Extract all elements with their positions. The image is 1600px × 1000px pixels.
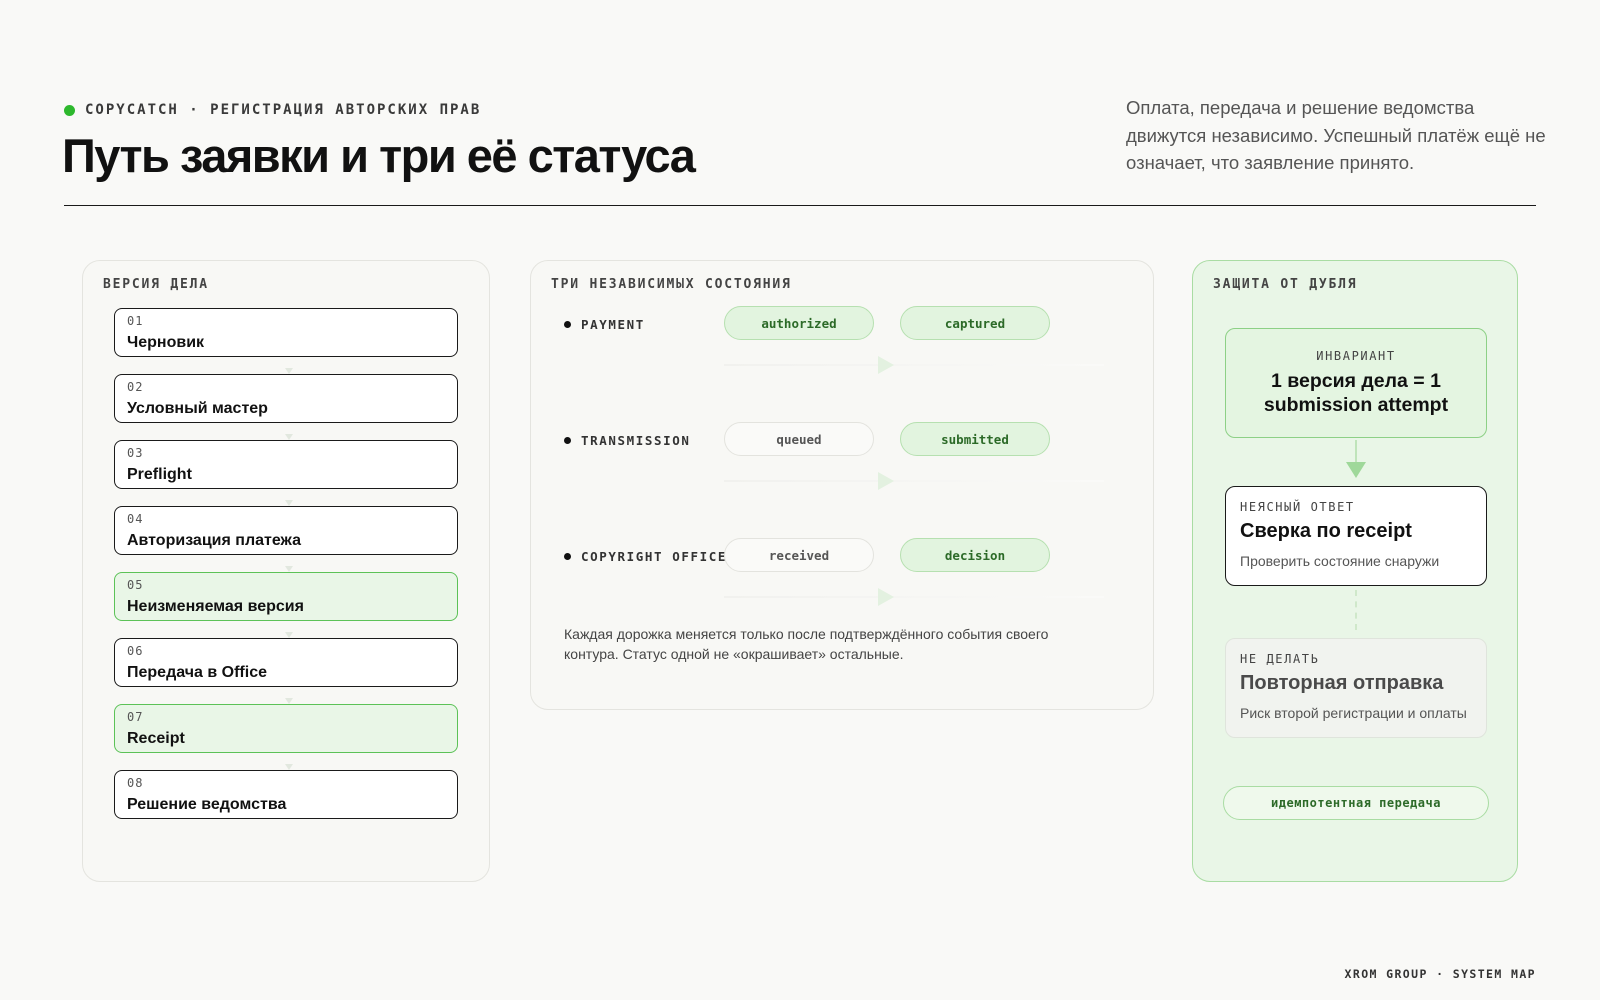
- unclear-title: Сверка по receipt: [1240, 520, 1412, 542]
- step-number: 07: [127, 710, 144, 724]
- bullet-icon: [564, 321, 571, 328]
- step-card: 01 Черновик: [114, 308, 458, 374]
- state-pill-to: decision: [900, 538, 1050, 572]
- dashed-connector: [1355, 590, 1357, 630]
- step-card: 06 Передача в Office: [114, 638, 458, 704]
- arrow-right-icon: [878, 472, 894, 490]
- arrow-right-icon: [878, 588, 894, 606]
- bullet-icon: [564, 553, 571, 560]
- case-version-label: ВЕРСИЯ ДЕЛА: [103, 277, 209, 292]
- step-card: 07 Receipt: [114, 704, 458, 770]
- arrow-right-icon: [878, 356, 894, 374]
- invariant-card: ИНВАРИАНТ 1 версия дела = 1 submission a…: [1225, 328, 1487, 438]
- step-card: 02 Условный мастер: [114, 374, 458, 440]
- footer-credit: XROM GROUP · SYSTEM MAP: [1344, 967, 1536, 981]
- step-number: 06: [127, 644, 144, 658]
- step-number: 02: [127, 380, 144, 394]
- header-divider: [64, 205, 1536, 206]
- step-name: Передача в Office: [127, 664, 267, 681]
- states-label: ТРИ НЕЗАВИСИМЫХ СОСТОЯНИЯ: [551, 277, 792, 292]
- lanes-footnote: Каждая дорожка меняется только после под…: [564, 626, 1049, 662]
- page-title: Путь заявки и три её статуса: [62, 129, 696, 182]
- state-pill-to: submitted: [900, 422, 1050, 456]
- lane-name: COPYRIGHT OFFICE: [581, 549, 728, 564]
- step-name: Receipt: [127, 730, 185, 747]
- lane-label: PAYMENT: [564, 317, 645, 332]
- lane-name: TRANSMISSION: [581, 433, 691, 448]
- idempotent-pill: идемпотентная передача: [1223, 786, 1489, 820]
- step-number: 04: [127, 512, 144, 526]
- lane-label: TRANSMISSION: [564, 433, 691, 448]
- eyebrow-text: COPYCATCH · РЕГИСТРАЦИЯ АВТОРСКИХ ПРАВ: [85, 102, 482, 118]
- unclear-response-card: НЕЯСНЫЙ ОТВЕТ Сверка по receipt Проверит…: [1225, 486, 1487, 586]
- step-name: Авторизация платежа: [127, 532, 301, 549]
- step-card: 04 Авторизация платежа: [114, 506, 458, 572]
- invariant-connector: [1355, 440, 1357, 462]
- lane-name: PAYMENT: [581, 317, 645, 332]
- invariant-text: 1 версия дела = 1 submission attempt: [1263, 370, 1449, 416]
- arrow-down-icon: [1346, 462, 1366, 478]
- step-list: 01 Черновик 02 Условный мастер 03 Preflight 04…: [114, 308, 458, 836]
- lane-track: [724, 364, 1104, 366]
- lane-track: [724, 596, 1104, 598]
- step-name: Неизменяемая версия: [127, 598, 304, 615]
- dont-title: Повторная отправка: [1240, 672, 1444, 694]
- lede-text: Оплата, передача и решение ведомства дви…: [1126, 97, 1546, 173]
- step-number: 08: [127, 776, 144, 790]
- step-card: 08 Решение ведомства: [114, 770, 458, 819]
- step-number: 03: [127, 446, 144, 460]
- unclear-sub: Проверить состояние снаружи: [1240, 553, 1440, 569]
- unclear-tag: НЕЯСНЫЙ ОТВЕТ: [1240, 500, 1355, 514]
- step-name: Черновик: [127, 334, 205, 351]
- step-number: 01: [127, 314, 144, 328]
- duplicate-protection-label: ЗАЩИТА ОТ ДУБЛЯ: [1213, 277, 1358, 292]
- step-number: 05: [127, 578, 144, 592]
- lane-label: COPYRIGHT OFFICE: [564, 549, 727, 564]
- step-name: Preflight: [127, 466, 192, 483]
- state-pill-to: captured: [900, 306, 1050, 340]
- eyebrow: COPYCATCH · РЕГИСТРАЦИЯ АВТОРСКИХ ПРАВ: [64, 102, 481, 118]
- state-pill-from: authorized: [724, 306, 874, 340]
- dont-tag: НЕ ДЕЛАТЬ: [1240, 652, 1320, 666]
- step-name: Решение ведомства: [127, 796, 287, 813]
- status-dot-icon: [64, 104, 75, 116]
- state-pill-from: queued: [724, 422, 874, 456]
- lane-track: [724, 480, 1104, 482]
- invariant-tag: ИНВАРИАНТ: [1316, 349, 1396, 363]
- do-not-card: НЕ ДЕЛАТЬ Повторная отправка Риск второй…: [1225, 638, 1487, 738]
- step-card: 03 Preflight: [114, 440, 458, 506]
- bullet-icon: [564, 437, 571, 444]
- dont-sub: Риск второй регистрации и оплаты: [1240, 705, 1467, 721]
- step-name: Условный мастер: [127, 400, 268, 417]
- step-card: 05 Неизменяемая версия: [114, 572, 458, 638]
- state-pill-from: received: [724, 538, 874, 572]
